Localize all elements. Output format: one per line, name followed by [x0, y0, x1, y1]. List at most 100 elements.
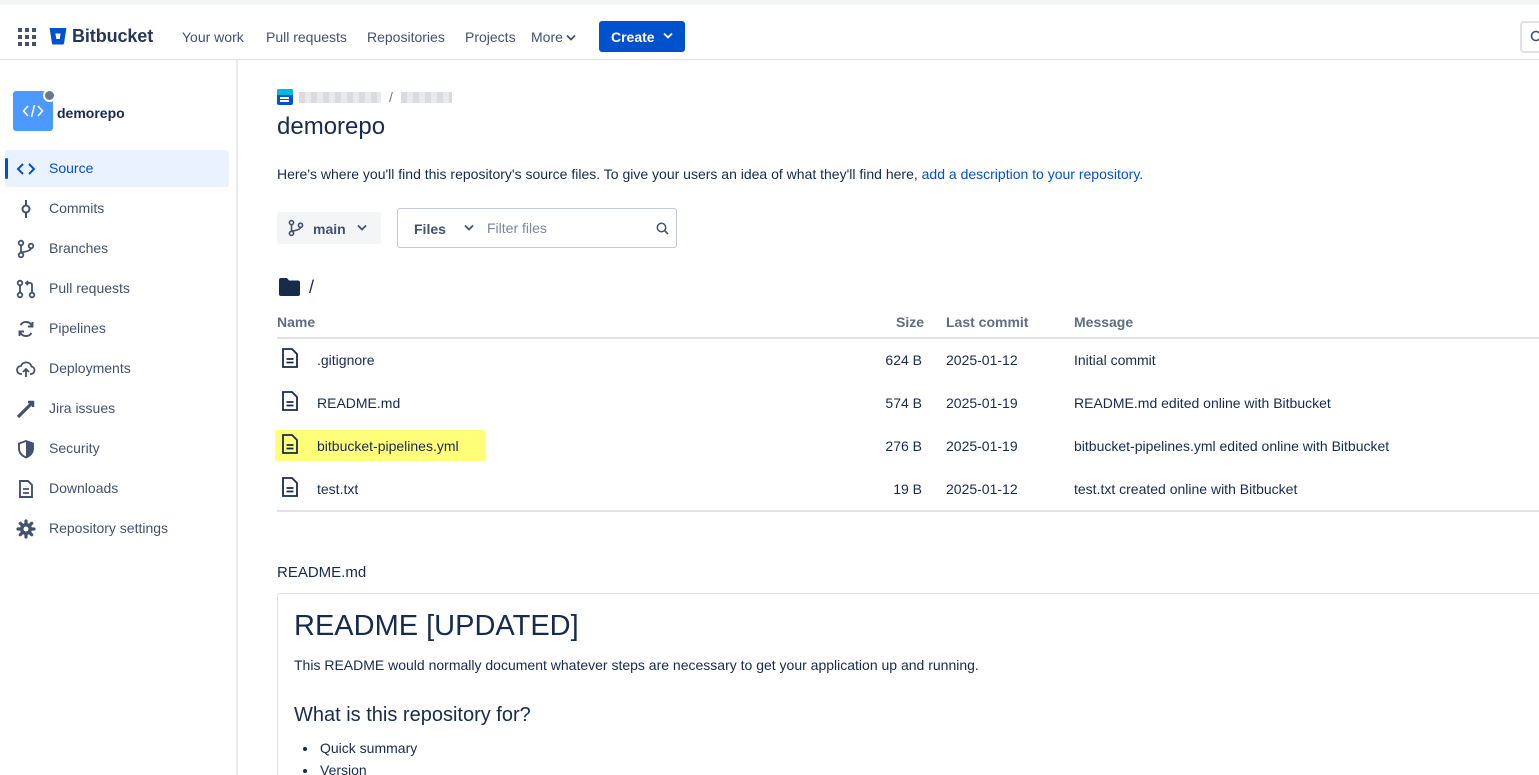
file-size: 19 B	[893, 481, 922, 497]
sidebar-item-security[interactable]: Security	[5, 430, 229, 467]
table-header-divider	[277, 337, 1539, 339]
lock-icon	[43, 89, 56, 102]
add-description-link[interactable]: add a description to your repository	[922, 166, 1140, 182]
description-text: Here's where you'll find this repository…	[277, 166, 922, 182]
column-header-name[interactable]: Name	[277, 314, 315, 330]
sidebar-item-label: Downloads	[49, 480, 119, 496]
sidebar-item-label: Pipelines	[49, 320, 106, 336]
sidebar-item-label: Source	[49, 160, 94, 176]
table-row[interactable]: README.md 574 B 2025-01-19 README.md edi…	[277, 388, 1539, 431]
commit-icon	[21, 200, 31, 218]
file-last-commit-date: 2025-01-19	[946, 438, 1018, 454]
code-icon	[16, 163, 36, 175]
top-navigation: Bitbucket Your work Pull requests Reposi…	[0, 0, 1539, 60]
shield-icon	[18, 439, 34, 459]
bitbucket-logo[interactable]: Bitbucket	[49, 26, 153, 47]
gear-icon	[16, 519, 36, 539]
filter-mode-select[interactable]: Files	[414, 221, 446, 237]
branch-icon	[17, 239, 35, 259]
logo-text: Bitbucket	[72, 26, 154, 46]
branch-name: main	[313, 221, 346, 237]
nav-pull-requests[interactable]: Pull requests	[266, 29, 347, 45]
column-header-last-commit[interactable]: Last commit	[946, 314, 1028, 330]
current-path: /	[309, 277, 315, 297]
jira-icon	[16, 400, 35, 419]
file-commit-message[interactable]: bitbucket-pipelines.yml edited online wi…	[1074, 438, 1389, 454]
sidebar-repo-name[interactable]: demorepo	[57, 105, 125, 121]
table-row[interactable]: bitbucket-pipelines.yml 276 B 2025-01-19…	[275, 430, 1539, 473]
cloud-upload-icon	[16, 361, 36, 377]
create-button-label: Create	[611, 28, 655, 45]
nav-your-work[interactable]: Your work	[182, 29, 244, 45]
readme-paragraph: This README would normally document what…	[294, 657, 979, 673]
readme-list-item: Version	[318, 762, 417, 775]
global-search-input[interactable]	[1520, 21, 1539, 53]
folder-icon	[279, 278, 300, 296]
file-size: 574 B	[885, 395, 922, 411]
file-commit-message[interactable]: test.txt created online with Bitbucket	[1074, 481, 1297, 497]
table-row[interactable]: .gitignore 624 B 2025-01-12 Initial comm…	[277, 345, 1539, 388]
readme-heading: README.md	[277, 564, 367, 581]
file-last-commit-date: 2025-01-12	[946, 481, 1018, 497]
nav-more[interactable]: More	[531, 29, 576, 45]
file-icon	[282, 348, 298, 368]
breadcrumb-separator: /	[389, 89, 393, 105]
redacted-project-name[interactable]	[400, 91, 452, 103]
sidebar-item-source[interactable]: Source	[5, 150, 229, 187]
file-name-link[interactable]: README.md	[317, 395, 400, 411]
file-size: 624 B	[885, 352, 922, 368]
sidebar-item-branches[interactable]: Branches	[5, 230, 229, 267]
app-switcher-icon[interactable]	[18, 28, 36, 46]
description-suffix: .	[1139, 166, 1144, 182]
pull-request-icon	[16, 279, 36, 299]
redacted-workspace-name[interactable]	[299, 91, 381, 103]
file-icon	[282, 477, 298, 497]
search-icon	[1530, 30, 1539, 42]
file-icon	[282, 434, 298, 454]
column-header-message[interactable]: Message	[1074, 314, 1133, 330]
readme-list-item: Quick summary	[318, 740, 417, 756]
sidebar-item-label: Deployments	[49, 360, 131, 376]
file-filter: Files	[397, 208, 677, 248]
sidebar-item-pull-requests[interactable]: Pull requests	[5, 270, 229, 307]
repo-description: Here's where you'll find this repository…	[277, 166, 1143, 182]
nav-projects[interactable]: Projects	[465, 29, 516, 45]
sidebar-item-label: Repository settings	[49, 520, 169, 536]
workspace-icon[interactable]	[277, 89, 293, 105]
file-last-commit-date: 2025-01-19	[946, 395, 1018, 411]
breadcrumb: /	[277, 89, 452, 105]
file-size: 276 B	[885, 438, 922, 454]
file-commit-message[interactable]: README.md edited online with Bitbucket	[1074, 395, 1331, 411]
sidebar-item-deployments[interactable]: Deployments	[5, 350, 229, 387]
nav-more-label: More	[531, 29, 563, 45]
filter-files-input[interactable]	[487, 218, 647, 238]
sidebar-item-pipelines[interactable]: Pipelines	[5, 310, 229, 347]
sidebar-item-jira-issues[interactable]: Jira issues	[5, 390, 229, 427]
create-button[interactable]: Create	[599, 21, 685, 52]
column-header-size[interactable]: Size	[896, 314, 924, 330]
repository-sidebar: demorepo Source Commits Branches Pull re…	[0, 60, 238, 775]
chevron-down-icon	[663, 32, 673, 39]
page-title: demorepo	[277, 113, 386, 140]
nav-repositories[interactable]: Repositories	[367, 29, 445, 45]
readme-h1: README [UPDATED]	[294, 610, 579, 642]
readme-content: README [UPDATED] This README would norma…	[277, 593, 1539, 775]
sidebar-item-label: Jira issues	[49, 400, 116, 416]
download-file-icon	[19, 480, 33, 498]
file-name-link[interactable]: test.txt	[317, 481, 358, 497]
readme-list: Quick summary Version	[318, 740, 417, 775]
code-icon	[22, 104, 44, 118]
file-name-link[interactable]: bitbucket-pipelines.yml	[317, 438, 459, 454]
branch-selector[interactable]: main	[277, 212, 381, 244]
table-bottom-divider	[277, 510, 1539, 512]
sidebar-item-label: Pull requests	[49, 280, 130, 296]
sidebar-item-repository-settings[interactable]: Repository settings	[5, 510, 229, 547]
sidebar-item-commits[interactable]: Commits	[5, 190, 229, 227]
sidebar-item-label: Commits	[49, 200, 105, 216]
file-last-commit-date: 2025-01-12	[946, 352, 1018, 368]
file-commit-message[interactable]: Initial commit	[1074, 352, 1156, 368]
chevron-down-icon[interactable]	[464, 224, 474, 231]
sidebar-item-downloads[interactable]: Downloads	[5, 470, 229, 507]
bitbucket-logo-icon	[49, 28, 67, 45]
file-name-link[interactable]: .gitignore	[317, 352, 375, 368]
